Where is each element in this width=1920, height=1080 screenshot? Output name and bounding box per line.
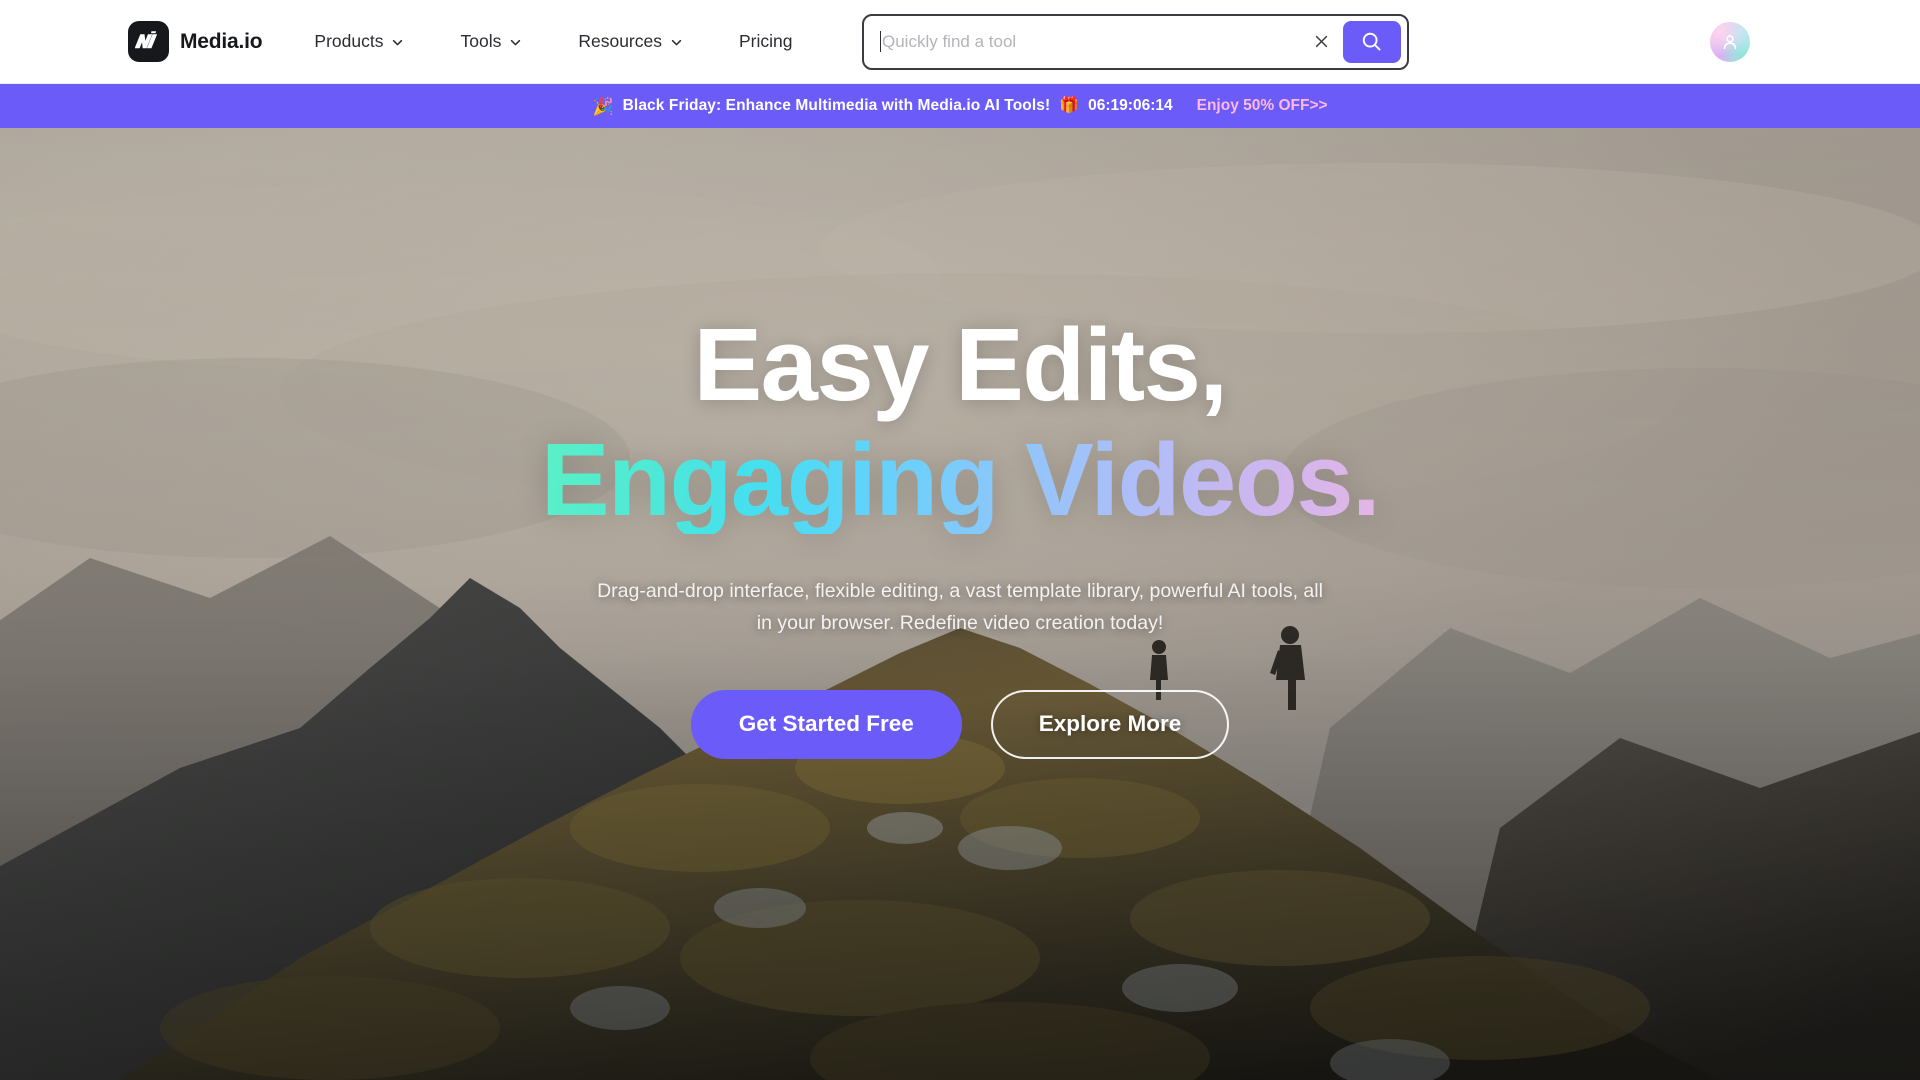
text-caret — [879, 31, 881, 52]
brand-name: Media.io — [180, 29, 263, 53]
hero-headline-line1: Easy Edits, — [693, 307, 1228, 422]
search-submit-button[interactable] — [1342, 20, 1401, 63]
main-navigation: Products Tools Resources Pricing — [314, 30, 821, 51]
explore-more-button[interactable]: Explore More — [990, 689, 1230, 759]
nav-item-resources[interactable]: Resources — [550, 30, 711, 51]
promo-banner[interactable]: 🎉 Black Friday: Enhance Multimedia with … — [0, 84, 1920, 128]
hero-cta-row: Get Started Free Explore More — [690, 689, 1230, 759]
clear-search-button[interactable] — [1305, 22, 1339, 62]
search-icon — [1362, 32, 1381, 51]
nav-item-label: Pricing — [739, 30, 793, 51]
chevron-down-icon — [671, 39, 682, 46]
nav-item-label: Resources — [578, 30, 662, 51]
gift-icon: 🎁 — [1059, 97, 1080, 114]
hero-subtitle-line2: in your browser. Redefine video creation… — [756, 611, 1164, 634]
hero-headline-line2: Engaging Videos. — [540, 422, 1381, 538]
hero-section: Easy Edits, Engaging Videos. Drag-and-dr… — [0, 128, 1920, 1080]
promo-countdown-timer: 06:19:06:14 — [1088, 97, 1173, 114]
chevron-down-icon — [393, 39, 403, 46]
nav-item-label: Products — [314, 30, 384, 51]
header-inner: Media.io Products Tools Resources Pricin… — [0, 0, 1920, 83]
hero-subtitle: Drag-and-drop interface, flexible editin… — [597, 576, 1323, 639]
chevron-down-icon — [511, 39, 521, 46]
promo-banner-text: Black Friday: Enhance Multimedia with Me… — [622, 97, 1051, 114]
nav-item-products[interactable]: Products — [314, 30, 432, 51]
party-popper-icon: 🎉 — [592, 96, 614, 116]
search-input-wrap[interactable] — [864, 15, 1305, 68]
brand-logo-link[interactable]: Media.io — [128, 21, 263, 62]
user-avatar-icon[interactable] — [1710, 21, 1750, 62]
nav-item-pricing[interactable]: Pricing — [711, 30, 821, 51]
site-header: Media.io Products Tools Resources Pricin… — [0, 0, 1920, 84]
hero-subtitle-line1: Drag-and-drop interface, flexible editin… — [597, 580, 1323, 603]
nav-item-tools[interactable]: Tools — [432, 30, 550, 51]
hero-content: Easy Edits, Engaging Videos. Drag-and-dr… — [0, 128, 1920, 1080]
media-io-logo-icon — [128, 21, 169, 62]
search-input[interactable] — [882, 15, 1305, 68]
get-started-free-button[interactable]: Get Started Free — [690, 689, 962, 759]
close-icon — [1315, 35, 1328, 48]
nav-item-label: Tools — [460, 30, 502, 51]
promo-offer-link[interactable]: Enjoy 50% OFF>> — [1197, 97, 1328, 115]
user-silhouette-icon — [1723, 34, 1737, 49]
search-bar[interactable] — [861, 13, 1409, 70]
